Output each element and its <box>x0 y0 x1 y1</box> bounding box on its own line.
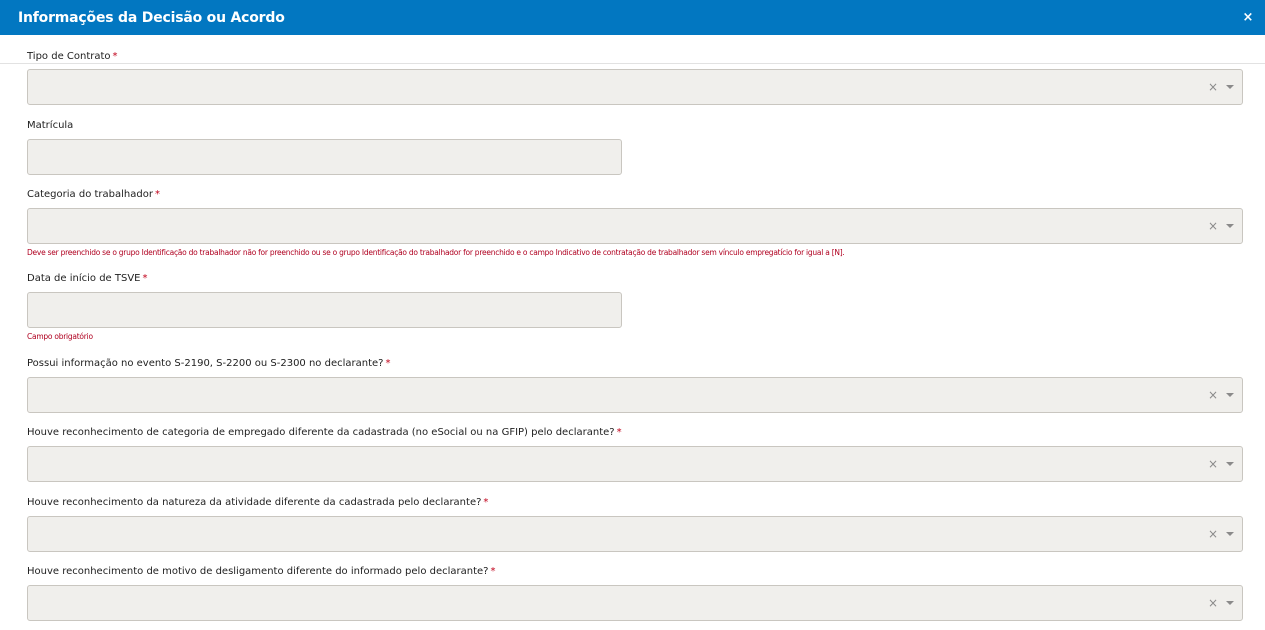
divider <box>0 63 1265 64</box>
reconhecimento-natureza-select[interactable]: × <box>27 516 1243 552</box>
chevron-down-icon[interactable] <box>1226 532 1234 536</box>
modal-header: Informações da Decisão ou Acordo × <box>0 0 1265 35</box>
possui-informacao-select[interactable]: × <box>27 377 1243 413</box>
data-inicio-tsve-input[interactable] <box>27 292 622 328</box>
clear-icon[interactable]: × <box>1208 389 1218 401</box>
close-icon[interactable]: × <box>1241 10 1255 25</box>
chevron-down-icon[interactable] <box>1226 224 1234 228</box>
matricula-input[interactable] <box>27 139 622 175</box>
data-inicio-tsve-error: Campo obrigatório <box>27 332 93 341</box>
clear-icon[interactable]: × <box>1208 528 1218 540</box>
clear-icon[interactable]: × <box>1208 220 1218 232</box>
chevron-down-icon[interactable] <box>1226 393 1234 397</box>
clear-icon[interactable]: × <box>1208 81 1218 93</box>
categoria-error: Deve ser preenchido se o grupo Identific… <box>27 248 845 257</box>
clear-icon[interactable]: × <box>1208 597 1218 609</box>
reconhecimento-categoria-select[interactable]: × <box>27 446 1243 482</box>
reconhecimento-categoria-label: Houve reconhecimento de categoria de emp… <box>27 427 622 438</box>
chevron-down-icon[interactable] <box>1226 601 1234 605</box>
reconhecimento-desligamento-select[interactable]: × <box>27 585 1243 621</box>
chevron-down-icon[interactable] <box>1226 85 1234 89</box>
reconhecimento-desligamento-label: Houve reconhecimento de motivo de deslig… <box>27 566 496 577</box>
data-inicio-tsve-label: Data de início de TSVE * <box>27 273 148 284</box>
modal-title: Informações da Decisão ou Acordo <box>18 9 285 26</box>
tipo-contrato-label: Tipo de Contrato * <box>27 51 118 62</box>
categoria-select[interactable]: × <box>27 208 1243 244</box>
clear-icon[interactable]: × <box>1208 458 1218 470</box>
tipo-contrato-select[interactable]: × <box>27 69 1243 105</box>
possui-informacao-label: Possui informação no evento S-2190, S-22… <box>27 358 391 369</box>
reconhecimento-natureza-label: Houve reconhecimento da natureza da ativ… <box>27 497 489 508</box>
categoria-label: Categoria do trabalhador * <box>27 189 160 200</box>
chevron-down-icon[interactable] <box>1226 462 1234 466</box>
matricula-label: Matrícula <box>27 120 74 131</box>
